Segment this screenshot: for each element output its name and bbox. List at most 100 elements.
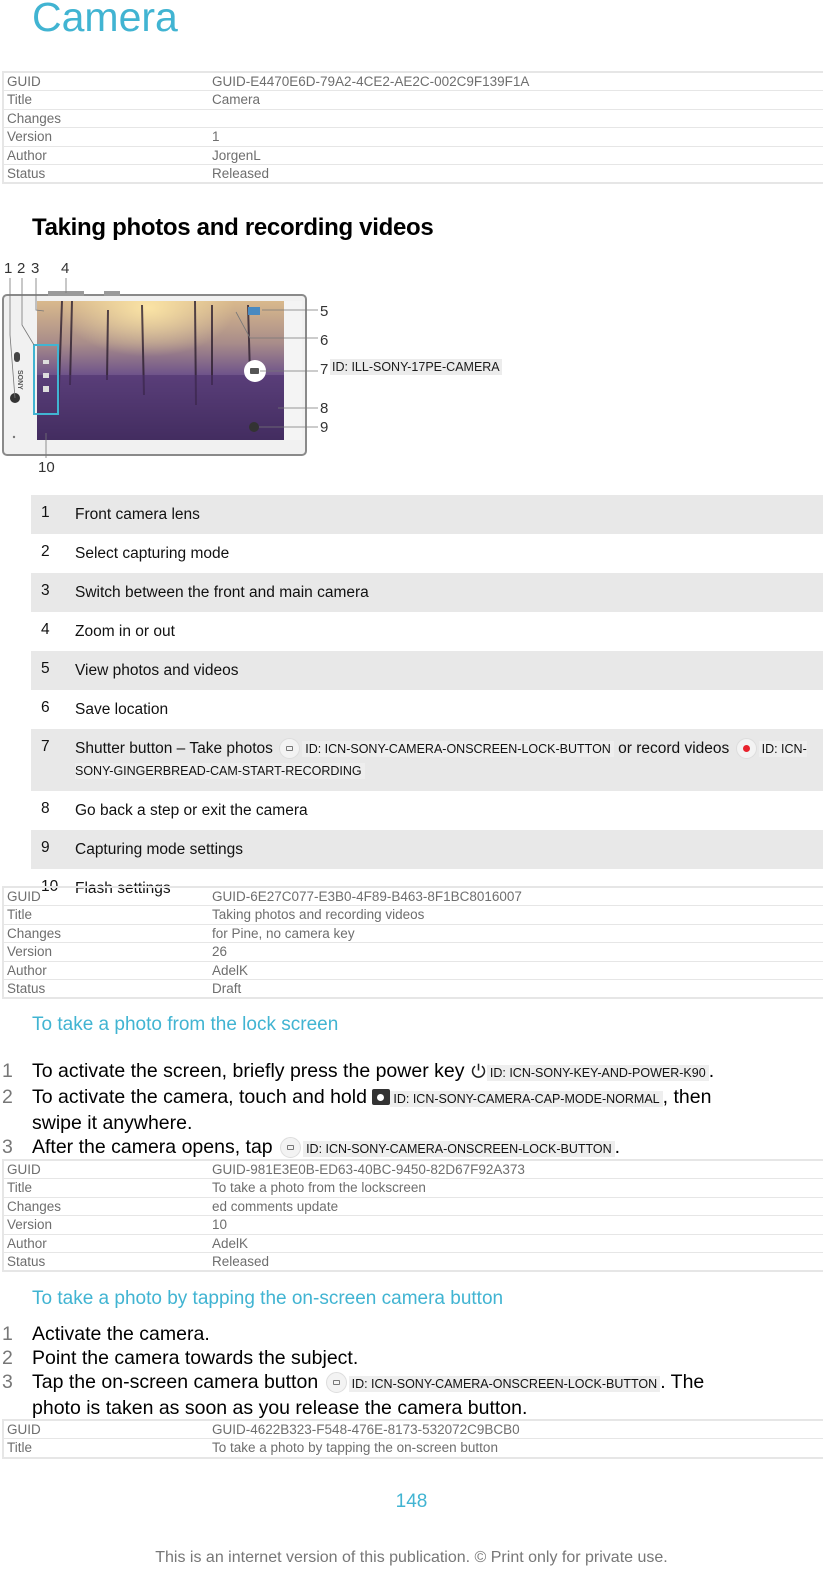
meta-key: Changes [7,1198,62,1214]
meta-row-changes: Changes ed comments update [4,1198,823,1217]
meta-key: Changes [7,110,62,126]
meta-value: GUID-6E27C077-E3B0-4F89-B463-8F1BC801600… [212,889,522,904]
meta-key: Author [7,1235,47,1251]
meta-value: 26 [212,944,228,960]
callout-text: Go back a step or exit the camera [75,802,308,819]
callout-text: Switch between the front and main camera [75,584,369,601]
callout-row: 1 Front camera lens [31,495,823,534]
step: 1 Activate the camera. [0,1322,823,1346]
meta-row-changes: Changes for Pine, no camera key [4,925,823,944]
meta-value: 1 [212,129,220,145]
procedure-steps: 1 Activate the camera. 2 Point the camer… [0,1322,823,1420]
callout-row: 3 Switch between the front and main camer… [31,573,823,612]
meta-key: Title [7,907,33,923]
footer-notice: This is an internet version of this publ… [155,1549,668,1566]
meta-row-changes: Changes [4,110,823,129]
procedure-heading: To take a photo from the lock screen [32,1014,339,1035]
callout-text: View photos and videos [75,662,239,679]
callout-number: 2 [17,260,25,277]
metadata-table: GUID GUID-4622B323-F548-476E-8173-532072C… [2,1419,823,1459]
meta-value: ed comments update [212,1198,339,1214]
callout-text: Zoom in or out [75,623,175,640]
camera-shutter-icon [280,1137,302,1159]
metadata-table: GUID GUID-981E3E0B-ED63-40BC-9450-82D67F9… [2,1159,823,1273]
step: 2 To activate the camera, touch and hold… [0,1085,823,1135]
meta-key: GUID [7,1422,41,1437]
meta-key: GUID [7,889,41,904]
section-heading: Taking photos and recording videos [32,214,434,241]
meta-key: Version [7,944,53,960]
callout-row: 4 Zoom in or out [31,612,823,651]
callout-row: 9 Capturing mode settings [31,830,823,869]
callout-num: 4 [41,621,50,638]
meta-key: Author [7,962,47,978]
callout-number: 1 [4,260,12,277]
step-text-part: . [708,1060,715,1082]
step-text-part: After the camera opens, tap [32,1136,273,1158]
callout-num: 6 [41,699,50,716]
callout-number: 3 [31,260,39,277]
callout-number: 4 [61,260,69,277]
meta-value: 10 [212,1217,228,1233]
step-text: Activate the camera. [32,1323,210,1345]
callout-row: 6 Save location [31,690,823,729]
meta-key: Status [7,1253,46,1269]
step-text-part: To activate the screen, briefly press th… [32,1060,465,1082]
callout-num: 8 [41,800,50,817]
step-text-part: To activate the camera, touch and hold [32,1086,367,1108]
meta-value: To take a photo by tapping the on-screen… [212,1440,498,1456]
page-number: 148 [395,1491,428,1512]
meta-value: AdelK [212,1235,249,1251]
meta-row-title: Title To take a photo from the lockscreen [4,1179,823,1198]
meta-row-title: Title Camera [4,91,823,110]
meta-key: Version [7,129,53,145]
step-text: Point the camera towards the subject. [32,1347,359,1369]
meta-row-title: Title To take a photo by tapping the on-s… [4,1439,823,1456]
callout-num: 1 [41,504,50,521]
callout-number: 6 [320,332,328,349]
meta-value: JorgenL [212,147,261,163]
step: 3 Tap the on-screen camera button ID: IC… [0,1370,823,1420]
icon-id-label: ID: ICN-SONY-CAMERA-ONSCREEN-LOCK-BUTTON [302,741,614,757]
step-text: To activate the screen, briefly press th… [32,1059,752,1085]
meta-row-status: Status Released [4,165,823,182]
meta-row-title: Title Taking photos and recording videos [4,906,823,925]
meta-value: GUID-4622B323-F548-476E-8173-532072C9BCB… [212,1422,520,1437]
meta-key: Version [7,1217,53,1233]
step-number: 3 [2,1136,13,1158]
callout-num: 9 [41,839,50,856]
callout-number: 10 [38,459,55,476]
meta-row-guid: GUID GUID-6E27C077-E3B0-4F89-B463-8F1BC80… [4,888,823,907]
meta-key: Status [7,980,46,996]
callout-text: Capturing mode settings [75,841,244,858]
callout-row: 5 View photos and videos [31,651,823,690]
meta-key: Changes [7,925,62,941]
meta-row-status: Status Released [4,1253,823,1270]
step-number: 2 [2,1347,13,1369]
callout-number: 5 [320,303,328,320]
step-number: 1 [2,1060,13,1082]
page-title: Camera [32,0,178,40]
illustration-id-label: ID: ILL-SONY-17PE-CAMERA [330,359,502,375]
step-text: Tap the on-screen camera button ID: ICN-… [32,1370,752,1420]
meta-key: Title [7,92,33,108]
meta-value: for Pine, no camera key [212,925,355,941]
callout-row: 2 Select capturing mode [31,534,823,573]
meta-key: GUID [7,74,41,89]
meta-row-version: Version 1 [4,128,823,147]
meta-value: AdelK [212,962,249,978]
meta-key: Status [7,165,46,181]
meta-row-guid: GUID GUID-E4470E6D-79A2-4CE2-AE2C-002C9F1… [4,73,823,92]
meta-key: GUID [7,1162,41,1177]
meta-row-author: Author AdelK [4,1235,823,1253]
step-number: 3 [2,1371,13,1393]
meta-row-version: Version 10 [4,1216,823,1235]
step-number: 2 [2,1086,13,1108]
callout-text: Front camera lens [75,506,200,523]
camera-shutter-icon [325,1372,347,1394]
meta-row-version: Version 26 [4,943,823,962]
callout-num: 7 [41,738,50,755]
metadata-table: GUID GUID-E4470E6D-79A2-4CE2-AE2C-002C9F1… [2,71,823,185]
procedure-steps: 1 To activate the screen, briefly press … [0,1059,823,1161]
callout-number: 9 [320,419,328,436]
